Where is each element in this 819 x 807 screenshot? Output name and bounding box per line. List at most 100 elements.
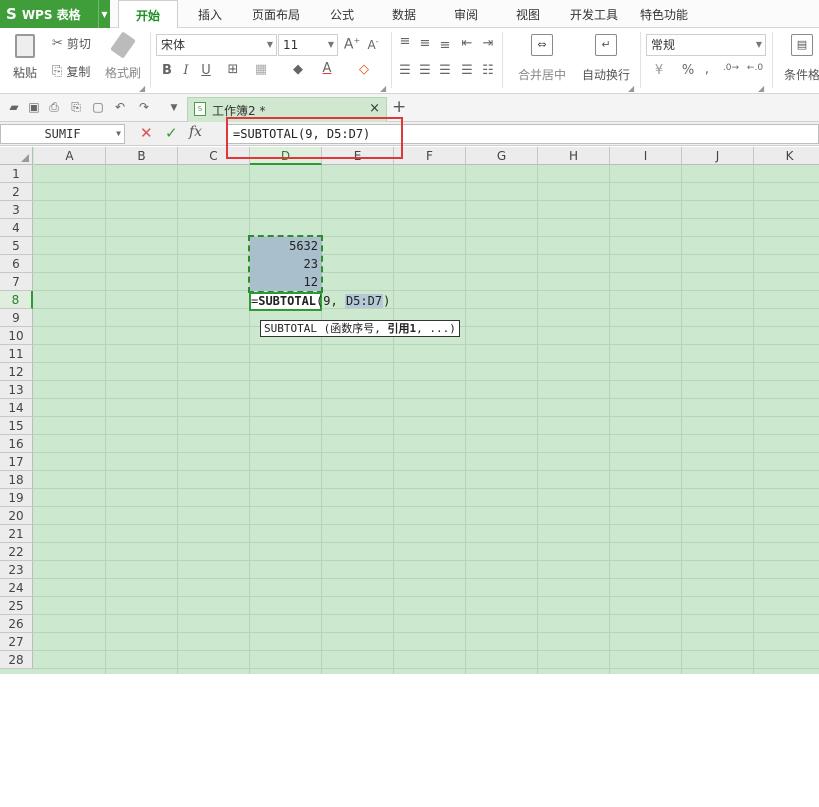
alignment-launcher-icon[interactable]: ◢ bbox=[628, 84, 634, 93]
row-header-12[interactable]: 12 bbox=[0, 363, 33, 381]
row-header-11[interactable]: 11 bbox=[0, 345, 33, 363]
cell-d5[interactable]: 5632 bbox=[250, 237, 322, 255]
fill-color-icon[interactable]: ◆ bbox=[289, 62, 307, 77]
tab-page-layout[interactable]: 页面布局 bbox=[244, 0, 308, 28]
font-color-icon[interactable]: A bbox=[318, 61, 336, 76]
row-header-4[interactable]: 4 bbox=[0, 219, 33, 237]
cell-d6[interactable]: 23 bbox=[250, 255, 322, 273]
column-header-b[interactable]: B bbox=[106, 147, 178, 165]
column-header-g[interactable]: G bbox=[466, 147, 538, 165]
tab-review[interactable]: 审阅 bbox=[442, 0, 490, 28]
column-header-f[interactable]: F bbox=[394, 147, 466, 165]
row-header-26[interactable]: 26 bbox=[0, 615, 33, 633]
preview-icon[interactable]: ▢ bbox=[90, 100, 106, 114]
number-launcher-icon[interactable]: ◢ bbox=[758, 84, 764, 93]
chevron-down-icon[interactable]: ▼ bbox=[98, 0, 110, 28]
format-painter-button[interactable]: 格式刷 bbox=[103, 31, 143, 81]
row-header-16[interactable]: 16 bbox=[0, 435, 33, 453]
row-header-14[interactable]: 14 bbox=[0, 399, 33, 417]
app-menu-button[interactable]: S WPS 表格 ▼ bbox=[0, 0, 110, 28]
conditional-format-button[interactable]: ▤ 条件格 bbox=[778, 34, 819, 83]
undo-icon[interactable]: ↶ bbox=[112, 100, 128, 114]
row-header-17[interactable]: 17 bbox=[0, 453, 33, 471]
font-name-select[interactable]: 宋体 ▼ bbox=[156, 34, 277, 56]
column-header-a[interactable]: A bbox=[34, 147, 106, 165]
column-header-k[interactable]: K bbox=[754, 147, 819, 165]
underline-icon[interactable]: U bbox=[197, 63, 215, 78]
align-bottom-icon[interactable]: ≡ bbox=[436, 38, 454, 53]
tab-special-features[interactable]: 特色功能 bbox=[632, 0, 696, 28]
row-header-5[interactable]: 5 bbox=[0, 237, 33, 255]
comma-style-icon[interactable]: , bbox=[698, 62, 716, 77]
row-header-21[interactable]: 21 bbox=[0, 525, 33, 543]
row-header-2[interactable]: 2 bbox=[0, 183, 33, 201]
decrease-font-icon[interactable]: A- bbox=[364, 37, 382, 52]
number-format-select[interactable]: 常规 ▼ bbox=[646, 34, 766, 56]
decrease-indent-icon[interactable]: ⇤ bbox=[458, 36, 476, 51]
align-right-icon[interactable]: ☰ bbox=[436, 63, 454, 78]
tab-home[interactable]: 开始 bbox=[118, 0, 178, 29]
column-header-j[interactable]: J bbox=[682, 147, 754, 165]
align-middle-icon[interactable]: ≡ bbox=[416, 36, 434, 51]
row-header-27[interactable]: 27 bbox=[0, 633, 33, 651]
clipboard-launcher-icon[interactable]: ◢ bbox=[139, 84, 145, 93]
print-icon[interactable]: ⎘ bbox=[68, 100, 84, 115]
new-tab-icon[interactable]: + bbox=[392, 97, 406, 117]
tab-developer[interactable]: 开发工具 bbox=[562, 0, 626, 28]
cell-d7[interactable]: 12 bbox=[250, 273, 322, 291]
tab-data[interactable]: 数据 bbox=[380, 0, 428, 28]
bold-icon[interactable]: B bbox=[158, 63, 176, 78]
print-preview-icon[interactable]: ⎙ bbox=[46, 100, 62, 115]
open-folder-icon[interactable]: ▰ bbox=[6, 100, 22, 114]
distributed-icon[interactable]: ☷ bbox=[479, 63, 497, 78]
cell-editor[interactable]: =SUBTOTAL(9, D5:D7) bbox=[251, 293, 390, 310]
align-left-icon[interactable]: ☰ bbox=[396, 63, 414, 78]
paste-button[interactable]: 粘贴 bbox=[8, 34, 42, 81]
tab-insert[interactable]: 插入 bbox=[186, 0, 234, 28]
row-header-10[interactable]: 10 bbox=[0, 327, 33, 345]
tab-formulas[interactable]: 公式 bbox=[318, 0, 366, 28]
copy-button[interactable]: ⎘ 复制 bbox=[52, 63, 90, 80]
row-header-18[interactable]: 18 bbox=[0, 471, 33, 489]
align-center-icon[interactable]: ☰ bbox=[416, 63, 434, 78]
close-icon[interactable]: × bbox=[369, 101, 380, 116]
tab-view[interactable]: 视图 bbox=[504, 0, 552, 28]
merge-center-button[interactable]: ⇔ 合并居中 bbox=[510, 34, 574, 83]
redo-icon[interactable]: ↷ bbox=[136, 100, 152, 114]
increase-decimal-icon[interactable]: .0→ bbox=[722, 63, 740, 73]
customize-chevron-icon[interactable]: ▼ bbox=[166, 103, 182, 113]
row-header-25[interactable]: 25 bbox=[0, 597, 33, 615]
font-launcher-icon[interactable]: ◢ bbox=[380, 84, 386, 93]
row-header-1[interactable]: 1 bbox=[0, 165, 33, 183]
row-header-22[interactable]: 22 bbox=[0, 543, 33, 561]
border-icon[interactable]: ⊞ bbox=[224, 62, 242, 77]
confirm-icon[interactable]: ✓ bbox=[165, 124, 178, 142]
row-header-24[interactable]: 24 bbox=[0, 579, 33, 597]
row-header-3[interactable]: 3 bbox=[0, 201, 33, 219]
column-header-i[interactable]: I bbox=[610, 147, 682, 165]
column-header-h[interactable]: H bbox=[538, 147, 610, 165]
cut-button[interactable]: ✂ 剪切 bbox=[52, 35, 91, 52]
justify-icon[interactable]: ☰ bbox=[458, 63, 476, 78]
spreadsheet-grid[interactable]: ABCDEFGHIJK 1 2 3 4 5 6 7 8 9 10 11 12 13 14 15 16 17 18 1… bbox=[0, 147, 819, 794]
row-header-23[interactable]: 23 bbox=[0, 561, 33, 579]
row-header-20[interactable]: 20 bbox=[0, 507, 33, 525]
name-box[interactable]: SUMIF ▼ bbox=[0, 124, 125, 144]
cell-style-icon[interactable]: ▦ bbox=[252, 62, 270, 77]
percent-icon[interactable]: % bbox=[679, 63, 697, 78]
row-header-8[interactable]: 8 bbox=[0, 291, 33, 309]
font-size-select[interactable]: 11 ▼ bbox=[278, 34, 338, 56]
row-header-28[interactable]: 28 bbox=[0, 651, 33, 669]
cancel-icon[interactable]: ✕ bbox=[140, 124, 153, 142]
row-header-13[interactable]: 13 bbox=[0, 381, 33, 399]
italic-icon[interactable]: I bbox=[177, 63, 195, 78]
wrap-text-button[interactable]: ↵ 自动换行 bbox=[580, 34, 632, 83]
row-header-9[interactable]: 9 bbox=[0, 309, 33, 327]
row-header-6[interactable]: 6 bbox=[0, 255, 33, 273]
save-icon[interactable]: ▣ bbox=[26, 100, 42, 114]
row-header-7[interactable]: 7 bbox=[0, 273, 33, 291]
align-top-icon[interactable]: ≡ bbox=[396, 34, 414, 49]
row-header-19[interactable]: 19 bbox=[0, 489, 33, 507]
row-header-15[interactable]: 15 bbox=[0, 417, 33, 435]
increase-font-icon[interactable]: A+ bbox=[343, 36, 361, 53]
